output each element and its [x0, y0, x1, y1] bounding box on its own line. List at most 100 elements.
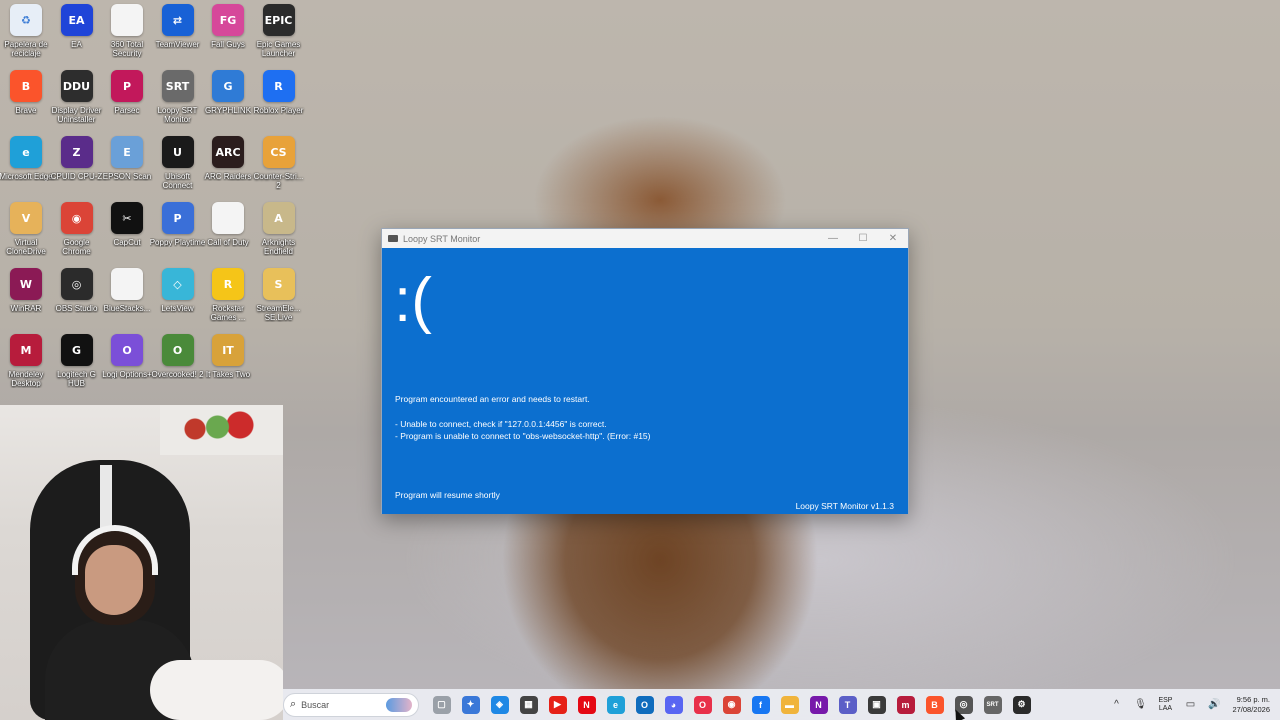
app-icon: ◇: [161, 268, 194, 300]
microphone-icon[interactable]: 🎙: [1133, 698, 1147, 712]
desktop-icon[interactable]: ✂ CapCut: [102, 202, 152, 264]
taskbar-file-explorer-icon[interactable]: ▬: [780, 695, 799, 714]
taskbar-facebook-icon[interactable]: f: [751, 695, 770, 714]
desktop-icon[interactable]: E EPSON Scan: [102, 136, 152, 198]
close-button[interactable]: ✕: [878, 233, 908, 244]
minimize-button[interactable]: —: [818, 233, 848, 244]
taskbar-store-icon[interactable]: ▦: [519, 695, 538, 714]
language-code: ESP: [1158, 696, 1173, 704]
taskbar-srt-monitor-icon[interactable]: SRT: [983, 695, 1002, 714]
app-icon: G: [60, 334, 93, 366]
desktop-icon[interactable]: M Mendeley Desktop: [1, 334, 51, 396]
desktop-icon[interactable]: Call of Duty: [203, 202, 253, 264]
desktop-icon[interactable]: Z CPUID CPU-Z: [51, 136, 102, 198]
desktop-icon[interactable]: 360 Total Security: [102, 4, 152, 66]
desktop-icon[interactable]: DDU Display Driver Uninstaller: [52, 70, 102, 132]
app-icon: DDU: [60, 70, 93, 102]
taskbar-edge-icon[interactable]: e: [606, 695, 625, 714]
app-icon: V: [10, 202, 42, 234]
app-icon: O: [161, 334, 194, 366]
desktop-icon[interactable]: EPIC Epic Games Launcher: [254, 4, 304, 66]
error-detail-websocket: - Program is unable to connect to "obs-w…: [395, 431, 651, 441]
desktop-icon[interactable]: G Logitech G HUB: [52, 334, 102, 396]
language-indicator[interactable]: ESP LAA: [1158, 697, 1172, 713]
desktop-icon-label: BlueStacks...: [103, 304, 151, 313]
network-icon[interactable]: ▭: [1183, 698, 1197, 712]
taskbar-mendeley-icon[interactable]: m: [896, 695, 915, 714]
taskbar-task-view-icon[interactable]: ▢: [432, 695, 451, 714]
taskbar-obs-app-icon[interactable]: ▣: [867, 695, 886, 714]
tray-overflow-chevron-icon[interactable]: ^: [1109, 698, 1123, 712]
desktop-icon-label: Fall Guys: [211, 40, 245, 49]
desktop-icon[interactable]: R Roblox Player: [254, 70, 304, 132]
desktop-icon-label: Arknights Endfield: [261, 238, 296, 256]
desktop-icon[interactable]: W WinRAR: [1, 268, 51, 330]
language-region: LAA: [1158, 704, 1173, 712]
search-placeholder: Buscar: [301, 699, 330, 710]
taskbar-outlook-icon[interactable]: O: [635, 695, 654, 714]
app-icon: P: [111, 70, 143, 102]
desktop-icon[interactable]: O Logi Options+: [102, 334, 152, 396]
desktop-icon[interactable]: R Rockstar Games ...: [203, 268, 253, 330]
desktop-icon[interactable]: FG Fall Guys: [203, 4, 253, 66]
desktop-icon[interactable]: P Poppy Playtime: [150, 202, 205, 264]
desktop-icon[interactable]: IT It Takes Two: [203, 334, 253, 396]
taskbar-teams-icon[interactable]: T: [838, 695, 857, 714]
desktop-icon[interactable]: ARC ARC Raiders: [203, 136, 253, 198]
app-icon: [111, 4, 143, 36]
taskbar-copilot-icon[interactable]: ✦: [461, 695, 480, 714]
app-icon: ⇄: [161, 4, 194, 36]
taskbar-discord-icon[interactable]: ◕: [664, 695, 683, 714]
desktop-icon-label: Microsoft Edge: [0, 172, 53, 181]
taskbar-youtube-icon[interactable]: ▶: [548, 695, 567, 714]
desktop-icon-label: Roblox Player: [253, 106, 304, 115]
srt-window-titlebar[interactable]: Loopy SRT Monitor — ☐ ✕: [382, 229, 908, 248]
app-icon: B: [10, 70, 42, 102]
desktop-icon[interactable]: A Arknights Endfield: [254, 202, 304, 264]
taskbar-pinned-apps: ▢ ✦ ◈ ▦ ▶ Ne O ◕ O ◉ f ▬ N T ▣ m B ◎ SRT ⚙: [427, 695, 1036, 714]
taskbar-onenote-icon[interactable]: N: [809, 695, 828, 714]
maximize-button[interactable]: ☐: [848, 233, 878, 244]
taskbar-brave-icon[interactable]: B: [925, 695, 944, 714]
desktop-icon[interactable]: SRT Loopy SRT Monitor: [153, 70, 203, 132]
desktop-icon[interactable]: ◉ Google Chrome: [52, 202, 102, 264]
desktop-icon-label: 360 Total Security: [110, 40, 144, 58]
desktop-icon[interactable]: S StreamEle... SE.Live: [254, 268, 304, 330]
search-icon: ⌕: [290, 698, 297, 710]
taskbar-app-blue-icon[interactable]: ◈: [490, 695, 509, 714]
desktop-icon-label: Parsec: [114, 106, 140, 115]
taskbar-chrome-icon[interactable]: ◉: [722, 695, 741, 714]
desktop-icon[interactable]: CS Counter-Stri... 2: [254, 136, 304, 198]
taskbar-netflix-icon[interactable]: N: [577, 695, 596, 714]
desktop-icon[interactable]: BlueStacks...: [102, 268, 152, 330]
desktop-icon[interactable]: ⇄ TeamViewer: [153, 4, 203, 66]
volume-icon[interactable]: 🔊: [1207, 698, 1221, 712]
taskbar-settings-icon[interactable]: ⚙: [1012, 695, 1031, 714]
desktop-icon[interactable]: ♻ Papelera de reciclaje: [1, 4, 51, 66]
desktop-icon-label: Counter-Stri... 2: [253, 172, 304, 190]
desktop-icon[interactable]: P Parsec: [102, 70, 152, 132]
app-icon: M: [10, 334, 42, 366]
desktop-icon[interactable]: G GRYPHLINK: [203, 70, 253, 132]
srt-error-screen: :( Program encountered an error and need…: [382, 248, 908, 514]
desktop-icon-label: Epic Games Launcher: [256, 40, 301, 58]
desktop-icon-label: Rockstar Games ...: [210, 304, 246, 322]
desktop-icon[interactable]: e Microsoft Edge: [0, 136, 53, 198]
desktop-icon[interactable]: EA EA: [52, 4, 102, 66]
srt-monitor-window[interactable]: Loopy SRT Monitor — ☐ ✕ :( Program encou…: [381, 228, 909, 514]
desktop-icon[interactable]: ◎ OBS Studio: [52, 268, 102, 330]
desktop-icon[interactable]: ◇ LetsView: [153, 268, 203, 330]
taskbar-search[interactable]: ⌕ Buscar: [283, 692, 419, 717]
taskbar-opera-icon[interactable]: O: [693, 695, 712, 714]
desktop-icon-label: EPSON Scan: [102, 172, 152, 181]
desktop-icon[interactable]: O Overcooked! 2: [151, 334, 204, 396]
app-icon: EPIC: [262, 4, 295, 36]
taskbar: ⌕ Buscar ▢ ✦ ◈ ▦ ▶ Ne O ◕ O ◉ f ▬ N T ▣ m B ◎ SRT ⚙ ^ 🎙 ESP…: [283, 689, 1280, 720]
clock[interactable]: 9:56 p. m. 27/08/2026: [1232, 695, 1270, 715]
desktop-icon[interactable]: U Ubisoft Connect: [153, 136, 203, 198]
desktop-icon[interactable]: B Brave: [1, 70, 51, 132]
desktop-icon-label: Logitech G HUB: [57, 370, 96, 388]
clock-date: 27/08/2026: [1232, 704, 1270, 714]
desktop-icon[interactable]: V Virtual CloneDrive: [1, 202, 51, 264]
app-icon: CS: [262, 136, 295, 168]
